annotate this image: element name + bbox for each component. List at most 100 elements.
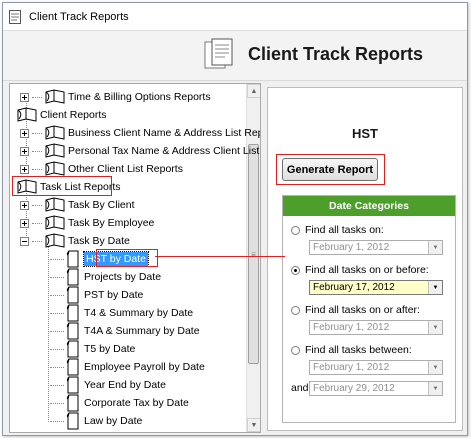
radio-find-on-or-before[interactable]: Find all tasks on or before: [291,264,429,276]
date-field-on[interactable]: February 1, 2012 ▼ [309,240,443,255]
tree-item[interactable]: Projects by Date [50,268,161,286]
expand-icon[interactable] [20,146,29,156]
tree-item-label: Business Client Name & Address List Repo… [68,127,261,139]
date-field-on-or-before[interactable]: February 17, 2012 ▼ [309,280,443,295]
tree-connector [50,366,64,368]
tree-item-label: Client Reports [40,109,107,121]
expand-icon[interactable] [20,200,29,210]
tree-item[interactable]: Personal Tax Name & Address Client List … [20,142,260,160]
window-title: Client Track Reports [29,10,129,23]
date-categories-header: Date Categories [283,196,455,216]
tree-connector [50,420,64,422]
date-field-between-start[interactable]: February 1, 2012 ▼ [309,360,443,375]
tree-item[interactable]: T5 by Date [50,340,135,358]
tree-guide-line [48,246,49,422]
chevron-down-icon[interactable]: ▼ [428,361,442,374]
tree-item-label: Projects by Date [84,271,162,283]
tree-item-label: PST by Date [84,289,144,301]
expand-icon[interactable] [20,164,29,174]
collapse-icon[interactable] [20,236,29,246]
tree-item-label: T4 & Summary by Date [84,307,194,319]
radio-label: Find all tasks on or after: [305,304,420,316]
tree-item[interactable]: PST by Date [50,286,143,304]
expand-icon[interactable] [20,92,29,102]
tree-connector [50,384,64,386]
date-value: February 1, 2012 [313,362,390,373]
date-value: February 1, 2012 [313,242,390,253]
date-field-between-end[interactable]: February 29, 2012 ▼ [309,381,443,396]
date-value: February 17, 2012 [313,282,395,293]
date-field-on-or-after[interactable]: February 1, 2012 ▼ [309,320,443,335]
tree-connector [32,132,42,134]
book-icon [44,125,66,141]
report-page-icon [66,268,80,286]
generate-report-button[interactable]: Generate Report [282,158,378,181]
report-options-panel: HST Generate Report Date Categories Find… [267,87,463,431]
tree-connector [32,150,42,152]
chevron-down-icon[interactable]: ▼ [428,382,442,395]
radio-button[interactable] [291,345,300,355]
report-header: Client Track Reports [3,31,467,81]
radio-button[interactable] [291,305,300,315]
radio-find-on-or-after[interactable]: Find all tasks on or after: [291,304,420,316]
document-icon [9,9,21,24]
tree-connector [32,222,42,224]
date-value: February 29, 2012 [313,383,395,394]
report-title: HST [352,126,378,141]
tree-item[interactable]: Client Reports [16,106,107,124]
page-title: Client Track Reports [248,44,424,64]
radio-find-on[interactable]: Find all tasks on: [291,224,384,236]
book-icon [44,215,66,231]
tree-item-label: T4A & Summary by Date [84,325,200,337]
expand-icon[interactable] [20,218,29,228]
radio-button[interactable] [291,225,300,235]
tree-item[interactable]: T4 & Summary by Date [50,304,193,322]
tree-connector [32,240,42,242]
tree-item[interactable]: Task By Employee [20,214,154,232]
tree-item-label: Corporate Tax by Date [84,397,189,409]
tree-connector [32,204,42,206]
report-tree[interactable]: ▲ ≡ ▼ Time & Billing Options Reports Clie… [9,83,261,433]
tree-item[interactable]: Employee Payroll by Date [50,358,205,376]
scroll-thumb[interactable]: ≡ [248,144,259,364]
report-page-icon [66,322,80,340]
radio-find-between[interactable]: Find all tasks between: [291,344,412,356]
tree-item[interactable]: Time & Billing Options Reports [20,88,211,106]
chevron-down-icon[interactable]: ▼ [428,241,442,254]
report-page-icon [66,340,80,358]
tree-item-label: Employee Payroll by Date [84,361,205,373]
scroll-up-icon[interactable]: ▲ [247,84,260,98]
tree-connector [50,348,64,350]
tree-item[interactable]: Task By Client [20,196,135,214]
tree-connector [50,312,64,314]
chevron-down-icon[interactable]: ▼ [428,321,442,334]
radio-label: Find all tasks on or before: [305,264,429,276]
hst-selection-highlight [96,249,158,267]
tree-item-label: Task By Employee [68,217,155,229]
tree-item[interactable]: T4A & Summary by Date [50,322,200,340]
tree-item[interactable]: Year End by Date [50,376,166,394]
chevron-down-icon[interactable]: ▼ [428,281,442,294]
tree-connector [50,402,64,404]
documents-icon [204,38,233,69]
tree-connector [32,168,42,170]
expand-icon[interactable] [20,128,29,138]
tree-item-label: Other Client List Reports [68,163,183,175]
client-track-reports-window: Client Track Reports Client Track Report… [2,2,468,436]
tree-item[interactable]: Business Client Name & Address List Repo… [20,124,261,142]
tree-connector [50,276,64,278]
tree-item[interactable]: Corporate Tax by Date [50,394,189,412]
task-list-highlight [12,176,112,196]
radio-button[interactable] [291,265,300,275]
annotation-connector [155,256,285,257]
scroll-down-icon[interactable]: ▼ [247,418,260,432]
date-categories-group: Date Categories Find all tasks on: Febru… [282,195,456,423]
book-icon [44,197,66,213]
book-icon [44,161,66,177]
report-page-icon [66,376,80,394]
book-icon [44,143,66,159]
radio-label: Find all tasks between: [305,344,412,356]
book-icon [16,107,38,123]
tree-item[interactable]: Task By Date [20,232,130,250]
tree-item[interactable]: Law by Date [50,412,142,430]
